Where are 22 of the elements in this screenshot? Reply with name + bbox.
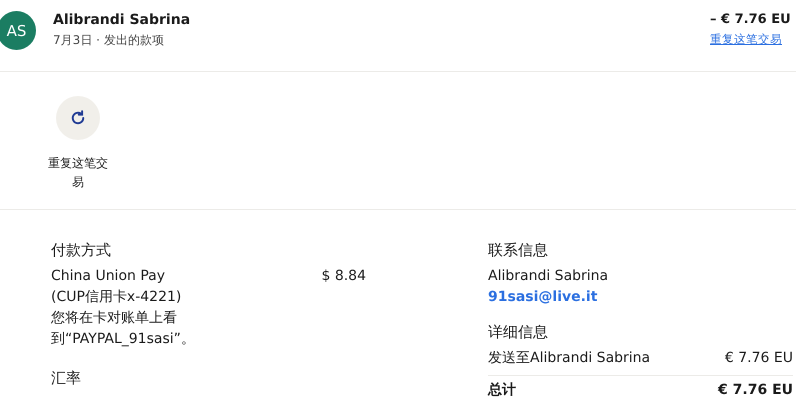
transaction-meta: 7月3日 · 发出的款项 [53,32,165,48]
detail-label: 发送至Alibrandi Sabrina [488,349,650,368]
section-title: 联系信息 [488,240,549,260]
contact-name: Alibrandi Sabrina [488,267,610,286]
section-title: 汇率 [51,368,82,388]
action-label: 重复这笔交易 [47,155,109,191]
payment-method: China Union Pay [51,267,166,286]
total-amount: € 7.76 EU [718,381,793,400]
section-title: 详细信息 [488,322,549,342]
repeat-button[interactable] [56,96,100,140]
payment-amount: $ 8.84 [321,267,366,286]
total-label: 总计 [488,381,516,400]
statement-note: 您将在卡对账单上看到“PAYPAL_91sasi”。 [51,309,196,349]
email-link[interactable]: 91sasi@live.it [488,287,793,308]
repeat-link[interactable]: 重复这笔交易 [710,31,796,47]
payee-name: Alibrandi Sabrina [53,11,192,29]
card-info: (CUP信用卡x-4221) [51,288,182,307]
avatar: AS [0,11,36,50]
refresh-icon [69,109,87,127]
section-title: 付款方式 [51,240,112,260]
transaction-amount: – € 7.76 EU [710,11,792,29]
detail-amount: € 7.76 EU [724,349,793,368]
